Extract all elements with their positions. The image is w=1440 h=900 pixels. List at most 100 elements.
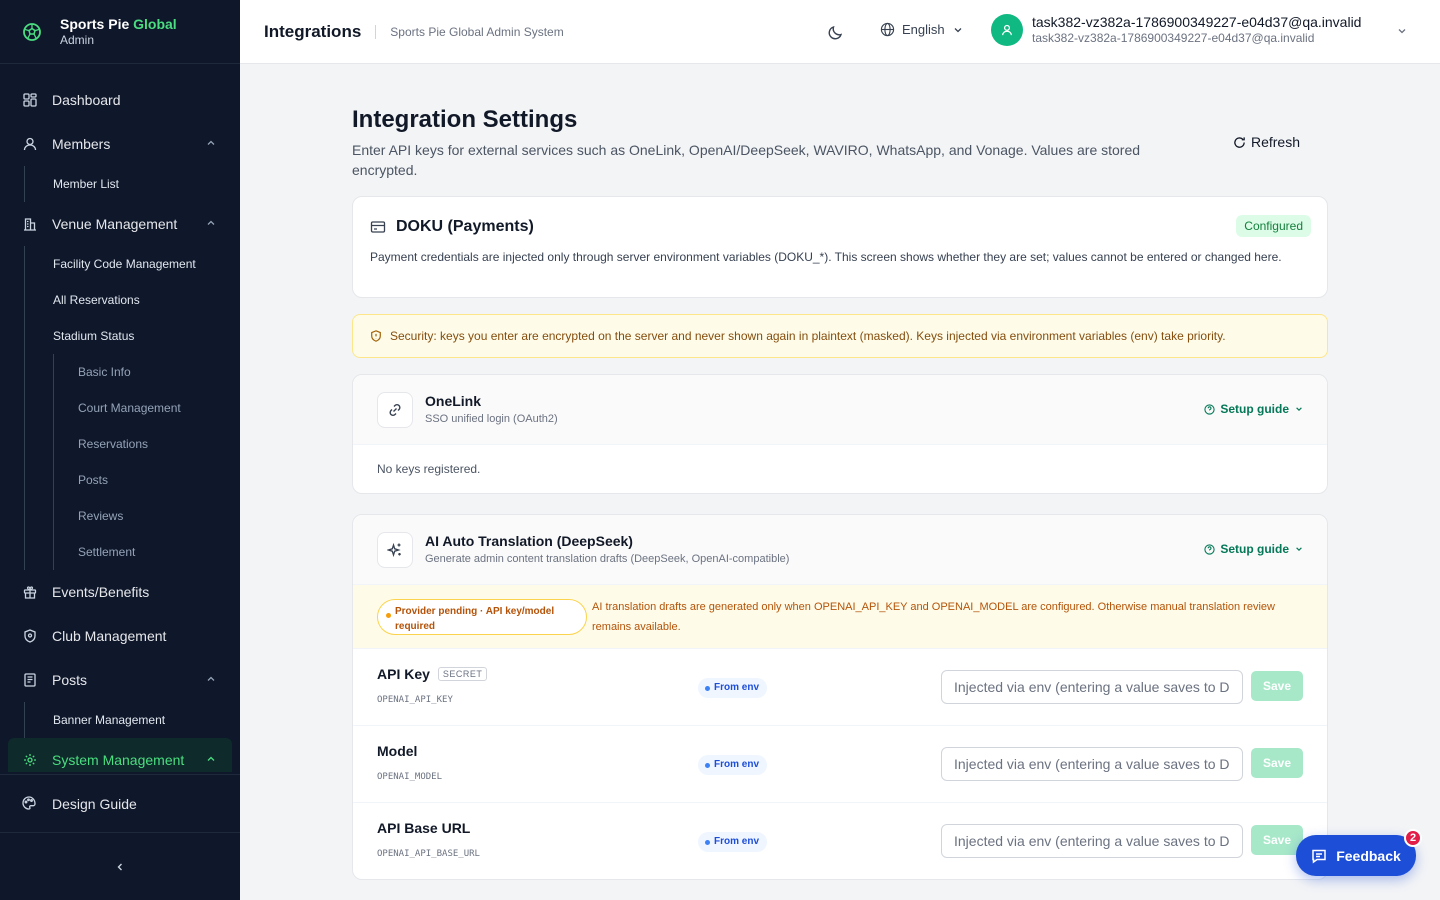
provider-pending-text: AI translation drafts are generated only… [592, 601, 1275, 633]
feedback-count-badge: 2 [1404, 829, 1422, 847]
api-key-input[interactable] [941, 670, 1243, 704]
ai-setup-guide-button[interactable]: Setup guide [1204, 542, 1303, 556]
language-selector[interactable]: English [880, 22, 970, 37]
grid-icon [22, 92, 38, 108]
collapse-sidebar-button[interactable] [0, 832, 240, 900]
chevron-up-icon [207, 140, 215, 145]
onelink-name: OneLink [425, 393, 482, 409]
venue-submenu: Facility Code Management All Reservation… [24, 246, 240, 570]
ai-translation-name: AI Auto Translation (DeepSeek) [425, 533, 633, 549]
feedback-button[interactable]: Feedback [1296, 835, 1416, 876]
sidebar-item-banner-management[interactable]: Banner Management [24, 702, 240, 738]
sidebar-item-design-guide[interactable]: Design Guide [0, 774, 240, 832]
message-icon [1312, 849, 1326, 863]
sidebar-item-members[interactable]: Members [0, 122, 240, 166]
help-circle-icon [1204, 543, 1215, 555]
source-badge: From env [698, 832, 768, 852]
members-submenu: Member List [24, 166, 240, 202]
security-notice: Security: keys you enter are encrypted o… [352, 314, 1328, 358]
shield-icon [22, 628, 38, 644]
onelink-header: OneLink SSO unified login (OAuth2) Setup… [353, 375, 1327, 445]
brand-subtitle: Admin [60, 32, 95, 47]
header-divider [375, 24, 377, 39]
page-title: Integration Settings [352, 106, 578, 133]
brand[interactable]: Sports Pie Global Admin [0, 0, 240, 64]
sidebar-item-basic-info[interactable]: Basic Info [53, 354, 240, 390]
field-label: API Base URL [377, 820, 471, 836]
sidebar-item-posts[interactable]: Posts [0, 658, 240, 702]
sidebar-item-club-management[interactable]: Club Management [0, 614, 240, 658]
stadium-submenu: Basic Info Court Management Reservations… [53, 354, 240, 570]
sidebar-item-all-reservations[interactable]: All Reservations [24, 282, 240, 318]
ai-translation-subtitle: Generate admin content translation draft… [425, 553, 790, 565]
sidebar-nav: Dashboard Members Member List Venue Mana… [0, 64, 240, 772]
sidebar-item-venue-management[interactable]: Venue Management [0, 202, 240, 246]
sidebar-item-stadium-posts[interactable]: Posts [53, 462, 240, 498]
sidebar-item-reviews[interactable]: Reviews [53, 498, 240, 534]
soccer-ball-icon [23, 22, 41, 41]
doku-title: DOKU (Payments) [370, 218, 534, 236]
api-base-url-input[interactable] [941, 824, 1243, 858]
doku-card: DOKU (Payments) Configured Payment crede… [352, 196, 1328, 298]
sidebar-item-facility-code[interactable]: Facility Code Management [24, 246, 240, 282]
user-icon [22, 136, 38, 152]
sidebar-item-court-management[interactable]: Court Management [53, 390, 240, 426]
model-save-button[interactable]: Save [1251, 748, 1303, 778]
user-icon [1002, 24, 1012, 36]
model-row: Model OPENAI_MODEL From env Save [353, 726, 1327, 803]
user-name: task382-vz382a-1786900349227-e04d37@qa.i… [1032, 14, 1362, 30]
sidebar: Sports Pie Global Admin Dashboard Member… [0, 0, 240, 900]
top-header: Integrations Sports Pie Global Admin Sys… [240, 0, 1440, 64]
chevron-up-icon [207, 676, 215, 681]
api-base-url-save-button[interactable]: Save [1251, 825, 1303, 855]
document-icon [22, 672, 38, 688]
chevron-left-icon [117, 863, 122, 870]
sidebar-footer: Design Guide [0, 774, 240, 900]
header-subtitle: Sports Pie Global Admin System [390, 24, 564, 39]
chevron-down-icon [1296, 547, 1302, 552]
sidebar-item-events-benefits[interactable]: Events/Benefits [0, 570, 240, 614]
onelink-empty-state: No keys registered. [377, 462, 481, 476]
sidebar-item-stadium-status[interactable]: Stadium Status [24, 318, 240, 354]
source-badge: From env [698, 755, 768, 775]
moon-icon[interactable] [826, 22, 846, 42]
provider-pending-badge: Provider pending · API key/model require… [377, 599, 587, 635]
ai-translation-header: AI Auto Translation (DeepSeek) Generate … [353, 515, 1327, 585]
sidebar-item-system-management[interactable]: System Management [8, 738, 232, 772]
sidebar-item-member-list[interactable]: Member List [24, 166, 240, 202]
user-menu[interactable]: task382-vz382a-1786900349227-e04d37@qa.i… [991, 14, 1406, 46]
ai-translation-card: AI Auto Translation (DeepSeek) Generate … [352, 514, 1328, 880]
env-variable-name: OPENAI_MODEL [377, 772, 443, 782]
sidebar-item-settlement[interactable]: Settlement [53, 534, 240, 570]
status-badge: Configured [1236, 215, 1311, 237]
onelink-setup-guide-button[interactable]: Setup guide [1204, 402, 1303, 416]
refresh-button[interactable]: Refresh [1233, 134, 1300, 150]
onelink-card: OneLink SSO unified login (OAuth2) Setup… [352, 374, 1328, 494]
page-header-title: Integrations [264, 21, 362, 41]
model-input[interactable] [941, 747, 1243, 781]
credit-card-icon [370, 221, 386, 233]
gear-icon [22, 752, 38, 768]
gift-icon [22, 584, 38, 600]
chevron-up-icon [207, 220, 215, 225]
secret-tag: SECRET [437, 667, 488, 681]
api-key-row: API Key SECRET OPENAI_API_KEY From env S… [353, 649, 1327, 726]
chevron-up-icon [207, 756, 215, 761]
onelink-subtitle: SSO unified login (OAuth2) [425, 413, 558, 425]
doku-description: Payment credentials are injected only th… [370, 250, 1282, 264]
api-key-save-button[interactable]: Save [1251, 671, 1303, 701]
chevron-down-icon [954, 27, 962, 32]
page-description: Enter API keys for external services suc… [352, 142, 1141, 178]
shield-icon [371, 330, 381, 342]
sidebar-item-dashboard[interactable]: Dashboard [0, 78, 240, 122]
palette-icon [22, 795, 38, 812]
env-variable-name: OPENAI_API_BASE_URL [377, 849, 480, 859]
avatar [991, 14, 1023, 46]
sparkles-icon [377, 532, 413, 568]
sidebar-item-reservations[interactable]: Reservations [53, 426, 240, 462]
field-label: Model [377, 743, 418, 759]
provider-pending-notice: Provider pending · API key/model require… [353, 585, 1327, 649]
chevron-down-icon [1398, 29, 1406, 34]
help-circle-icon [1204, 403, 1215, 415]
field-label: API Key SECRET [377, 666, 488, 682]
